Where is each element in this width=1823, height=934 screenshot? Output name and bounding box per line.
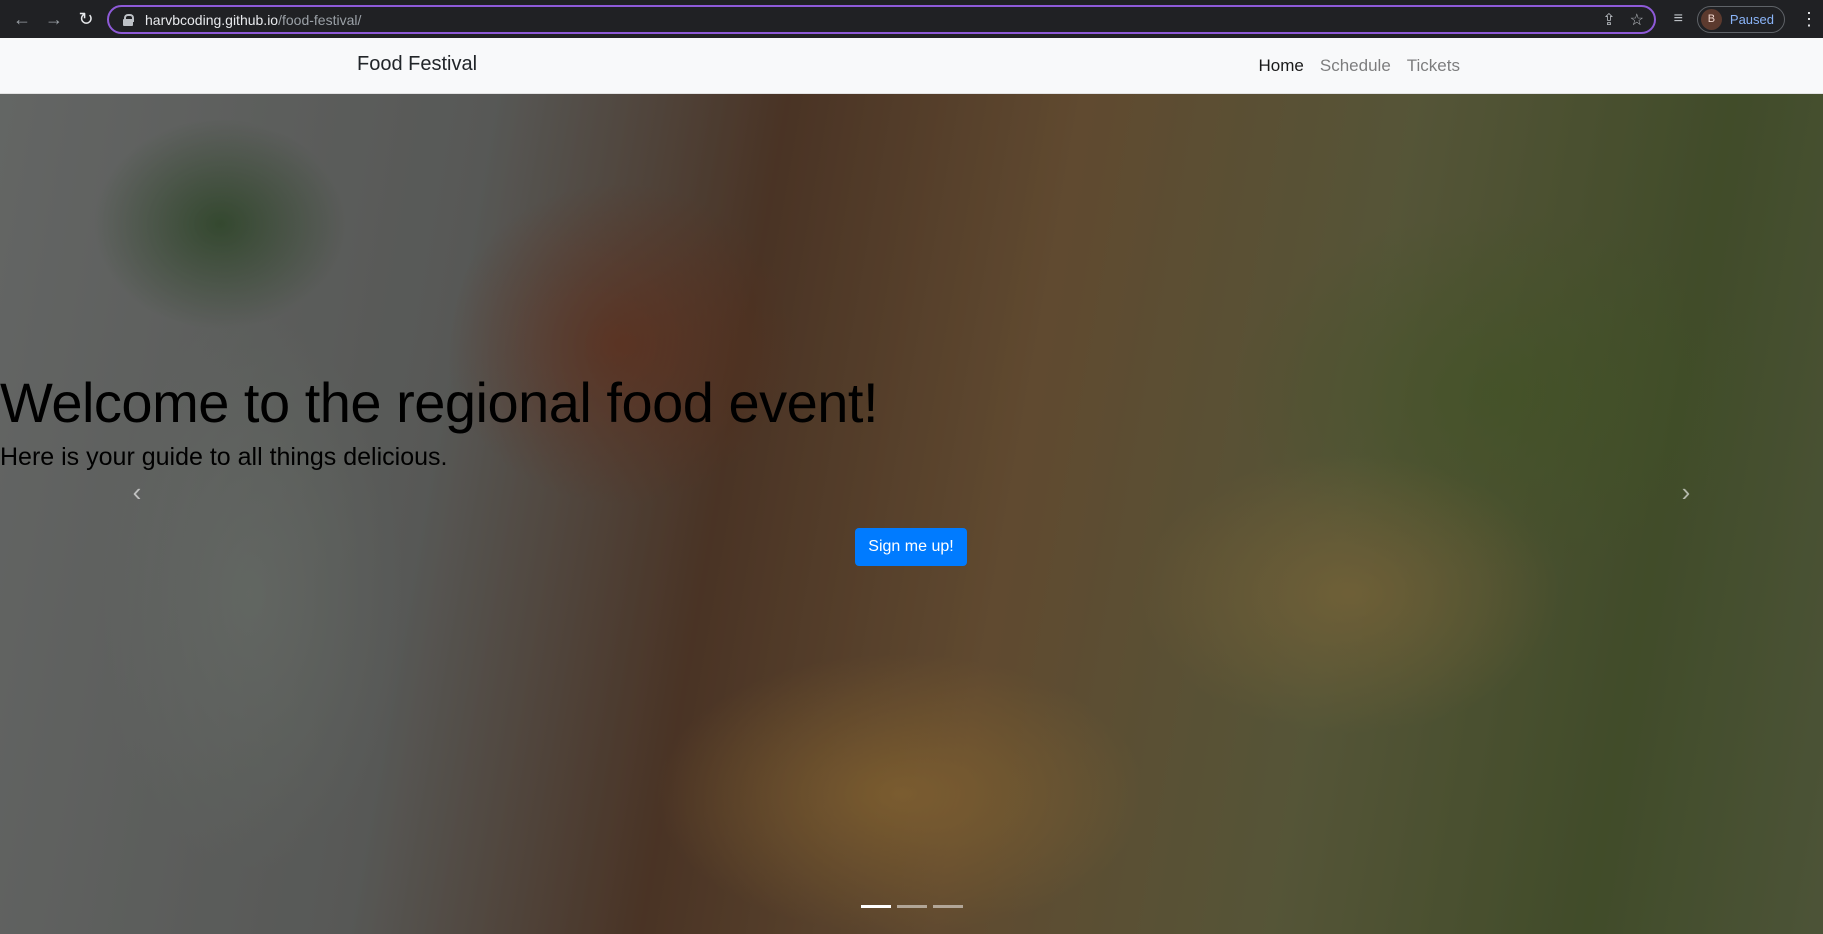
site-navbar: Food Festival Home Schedule Tickets xyxy=(0,38,1823,94)
carousel-indicator[interactable] xyxy=(933,905,963,908)
chevron-right-icon: › xyxy=(1681,476,1691,507)
nav-links: Home Schedule Tickets xyxy=(1259,56,1460,76)
address-bar[interactable]: harvbcoding.github.io/food-festival/ ⇪ ☆ xyxy=(107,5,1656,34)
share-icon[interactable]: ⇪ xyxy=(1602,10,1615,30)
carousel-indicator[interactable] xyxy=(897,905,927,908)
hero-background-image xyxy=(0,94,1823,934)
arrow-left-icon: ← xyxy=(13,8,31,29)
sign-up-button[interactable]: Sign me up! xyxy=(855,528,967,566)
reload-icon: ↻ xyxy=(78,8,94,29)
back-button[interactable]: ← xyxy=(6,3,38,35)
navbar-brand[interactable]: Food Festival xyxy=(357,53,477,76)
arrow-right-icon: → xyxy=(45,8,63,29)
url-path: /food-festival/ xyxy=(278,11,362,28)
nav-link-home[interactable]: Home xyxy=(1259,56,1304,76)
url-host: harvbcoding.github.io xyxy=(145,11,279,28)
bookmark-star-icon[interactable]: ☆ xyxy=(1630,10,1644,30)
avatar: B xyxy=(1700,8,1722,30)
carousel-indicators xyxy=(861,905,963,908)
hero-title: Welcome to the regional food event! xyxy=(0,371,879,434)
carousel-prev-button[interactable]: ‹ xyxy=(117,472,157,512)
hero-carousel: Welcome to the regional food event! Here… xyxy=(0,94,1823,934)
browser-toolbar: ← → ↻ harvbcoding.github.io/food-festiva… xyxy=(0,0,1823,38)
nav-link-tickets[interactable]: Tickets xyxy=(1407,56,1460,76)
reload-button[interactable]: ↻ xyxy=(70,3,102,35)
forward-button[interactable]: → xyxy=(38,3,70,35)
lock-icon xyxy=(123,13,134,26)
chevron-left-icon: ‹ xyxy=(132,476,142,507)
profile-button[interactable]: B Paused xyxy=(1696,5,1785,33)
nav-link-schedule[interactable]: Schedule xyxy=(1320,56,1391,76)
profile-status: Paused xyxy=(1729,11,1774,27)
kebab-menu-icon[interactable]: ⋮ xyxy=(1799,9,1819,30)
carousel-next-button[interactable]: › xyxy=(1666,472,1706,512)
carousel-indicator[interactable] xyxy=(861,905,891,908)
hero-subtitle: Here is your guide to all things delicio… xyxy=(0,443,448,471)
reading-list-icon[interactable]: ≡ xyxy=(1674,10,1683,28)
